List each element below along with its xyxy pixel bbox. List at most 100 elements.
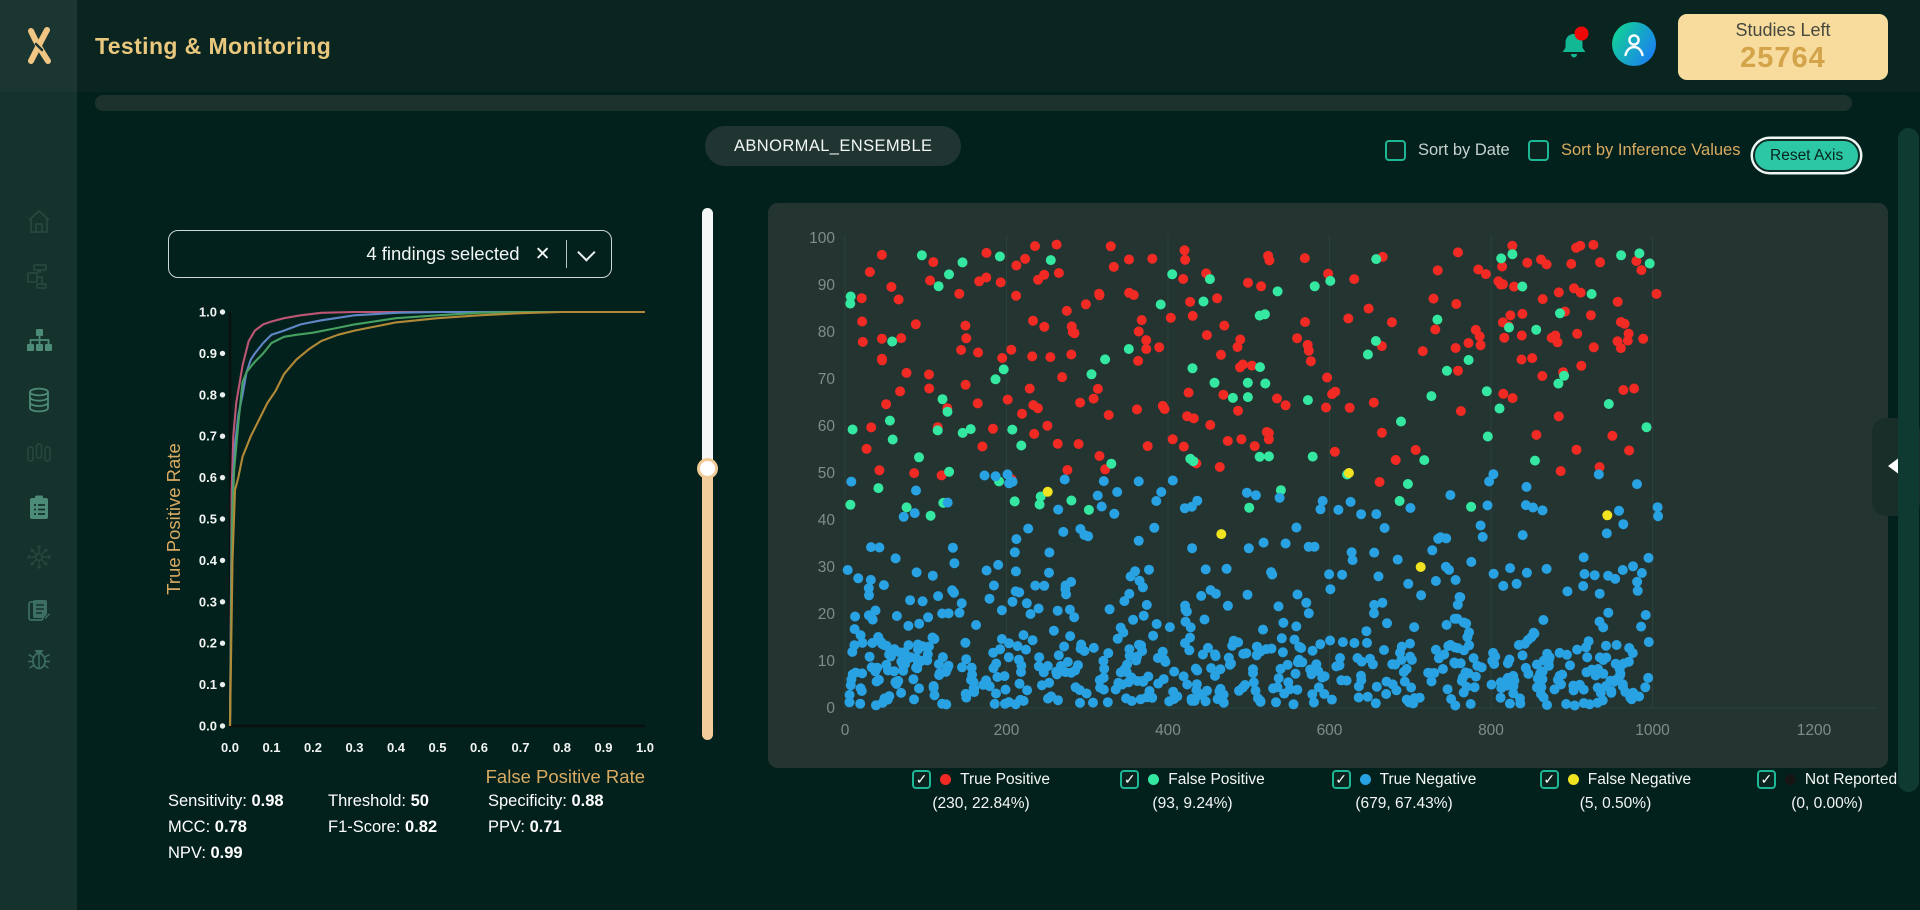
sidebar-item-workflow[interactable] [0,254,77,298]
sort-by-date-label: Sort by Date [1418,141,1510,159]
model-name-label: ABNORMAL_ENSEMBLE [734,136,933,155]
legend-item-false-positive[interactable]: ✓ False Positive (93, 9.24%) [1092,770,1294,813]
false-negative-stat: (5, 0.50%) [1579,795,1652,812]
sidebar-item-hierarchy[interactable] [0,318,77,362]
sidebar-item-reports[interactable] [0,589,77,633]
not-reported-stat: (0, 0.00%) [1791,795,1863,812]
samples-icon [26,443,51,462]
model-name-chip[interactable]: ABNORMAL_ENSEMBLE [705,126,962,166]
false-negative-label: False Negative [1587,770,1692,788]
false-negative-color-dot [1567,774,1579,785]
svg-text:80: 80 [818,324,836,341]
collapsed-panel-bar[interactable] [95,95,1852,111]
database-icon [28,387,49,413]
true-positive-visibility-checkbox[interactable]: ✓ [912,770,932,789]
svg-text:0.6: 0.6 [199,470,217,485]
false-positive-stat: (93, 9.24%) [1152,795,1233,812]
svg-text:0.5: 0.5 [428,740,446,755]
svg-text:60: 60 [818,418,836,435]
true-positive-stat: (230, 22.84%) [932,795,1030,812]
svg-text:0.4: 0.4 [387,740,406,755]
svg-text:1200: 1200 [1797,722,1832,739]
true-negative-stat: (679, 67.43%) [1355,795,1453,812]
sidebar-item-checklist[interactable] [0,485,77,529]
sidebar-item-network[interactable] [0,535,77,579]
svg-text:0.5: 0.5 [199,512,217,527]
legend-item-true-negative[interactable]: ✓ True Negative (679, 67.43%) [1303,770,1505,813]
svg-text:600: 600 [1317,722,1343,739]
legend-item-false-negative[interactable]: ✓ False Negative (5, 0.50%) [1515,770,1717,813]
nav-sidebar [0,92,77,910]
sidebar-item-samples[interactable] [0,431,77,475]
svg-text:0.9: 0.9 [199,346,217,361]
svg-text:0.1: 0.1 [262,740,280,755]
not-reported-color-dot [1784,774,1796,785]
legend-item-not-reported[interactable]: ✓ Not Reported (0, 0.00%) [1726,770,1920,813]
svg-text:1.0: 1.0 [199,305,217,320]
true-negative-label: True Negative [1379,770,1477,788]
svg-text:1.0: 1.0 [636,740,654,755]
sort-by-date-control: Sort by Date [1385,140,1510,161]
svg-text:0.8: 0.8 [199,387,217,402]
slider-track-lower[interactable] [702,476,713,740]
svg-text:1000: 1000 [1635,722,1670,739]
inference-scatter-chart[interactable]: 01020304050607080901000 200 400 600 800 1000 1… [768,203,1888,768]
home-icon [27,210,50,233]
true-positive-color-dot [940,774,952,785]
svg-text:0: 0 [841,722,850,739]
brand-x-icon [27,27,51,64]
sidebar-item-debug[interactable] [0,637,77,681]
slider-track-upper[interactable] [702,208,713,461]
svg-text:0.3: 0.3 [345,740,363,755]
app-header: Testing & Monitoring Studies Left 25764 [0,0,1920,92]
inference-scatter-card: 0 10 20 30 40 50 60 70 80 90 100 0 200 400 600 800 1000 1… [768,203,1888,768]
svg-text:200: 200 [994,722,1020,739]
chevron-down-icon[interactable] [577,242,596,262]
svg-text:40: 40 [818,512,836,529]
true-positive-label: True Positive [960,770,1050,788]
false-negative-visibility-checkbox[interactable]: ✓ [1539,770,1559,789]
scatter-legend: ✓ True Positive (230, 22.84%) ✓ False Positi… [880,770,1920,813]
metrics-panel: Sensitivity: 0.98 Threshold: 50 Specificit… [168,792,688,863]
studies-left-card: Studies Left 25764 [1678,14,1888,80]
slider-thumb[interactable] [697,458,718,480]
sort-by-inference-checkbox[interactable] [1528,140,1549,161]
app-logo[interactable] [0,0,77,92]
svg-text:30: 30 [818,559,836,576]
metric-threshold: Threshold: 50 [328,792,429,810]
finding-roc-3 [228,310,645,727]
select-divider [565,240,567,268]
svg-text:0.1: 0.1 [199,677,217,692]
sort-by-date-checkbox[interactable] [1385,140,1406,161]
true-negative-visibility-checkbox[interactable]: ✓ [1331,770,1351,789]
findings-select[interactable]: 4 findings selected ✕ [168,230,612,278]
metric-specificity: Specificity: 0.88 [488,792,604,810]
sidebar-item-home[interactable] [0,200,77,244]
not-reported-visibility-checkbox[interactable]: ✓ [1756,770,1776,789]
notifications-button[interactable] [1552,24,1596,68]
roc-chart[interactable]: 0.0 0.1 0.2 0.3 0.4 0.5 0.6 0.7 0.8 0.9 1.0 0.0 0.1 0… [160,295,670,790]
network-icon [27,545,50,569]
user-avatar[interactable] [1612,22,1656,66]
clear-selection-icon[interactable]: ✕ [535,243,551,266]
svg-text:0.9: 0.9 [594,740,612,755]
sidebar-item-database[interactable] [0,378,77,422]
studies-left-value: 25764 [1740,41,1826,74]
testing-monitoring-app: Testing & Monitoring Studies Left 25764 … [0,0,1920,910]
svg-text:0: 0 [826,700,835,717]
studies-left-label: Studies Left [1735,19,1831,40]
false-positive-visibility-checkbox[interactable]: ✓ [1120,770,1140,789]
svg-text:0.7: 0.7 [511,740,529,755]
false-positive-color-dot [1148,774,1160,785]
findings-selected-text: 4 findings selected [366,243,520,264]
reset-axis-button[interactable]: Reset Axis [1753,139,1861,172]
finding-roc-1 [228,310,645,727]
vertical-scrollbar[interactable] [1898,128,1919,792]
svg-text:800: 800 [1478,722,1504,739]
legend-item-true-positive[interactable]: ✓ True Positive (230, 22.84%) [880,770,1082,813]
threshold-slider[interactable] [697,208,718,740]
svg-text:70: 70 [818,371,836,388]
svg-text:0.0: 0.0 [221,740,239,755]
svg-text:0.2: 0.2 [304,740,322,755]
svg-text:100: 100 [809,230,835,247]
